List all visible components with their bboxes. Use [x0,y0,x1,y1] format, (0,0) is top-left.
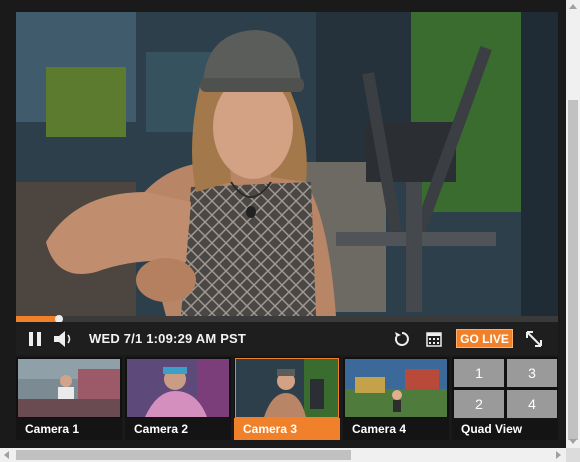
volume-button[interactable] [52,322,76,355]
camera-3-thumbnail[interactable]: Camera 3 [234,357,340,440]
quad-grid: 1 3 2 4 [454,359,558,418]
player-controls: WED 7/1 1:09:29 AM PST GO LIVE [16,322,558,355]
go-live-button[interactable]: GO LIVE [456,329,513,348]
camera-1-preview [18,359,120,417]
quad-cell: 3 [507,359,557,387]
pause-button[interactable] [24,322,46,355]
camera-3-label: Camera 3 [234,418,340,440]
calendar-button[interactable] [422,322,446,355]
camera-2-thumbnail[interactable]: Camera 2 [125,357,231,440]
camera-2-preview [127,359,229,417]
vertical-scroll-thumb[interactable] [568,100,578,440]
broadcast-timestamp: WED 7/1 1:09:29 AM PST [89,331,247,346]
pause-icon [29,331,41,346]
scroll-left-icon[interactable] [4,451,9,459]
scrollbar-corner [566,448,580,462]
scroll-down-icon[interactable] [569,439,577,444]
camera-3-preview [235,358,339,418]
fullscreen-icon [526,330,542,347]
vertical-scrollbar[interactable] [566,0,580,448]
quad-view-thumbnail[interactable]: 1 3 2 4 Quad View [452,357,558,440]
camera-1-thumbnail[interactable]: Camera 1 [16,357,122,440]
camera-1-label: Camera 1 [16,418,122,440]
quad-cell: 4 [507,390,557,418]
calendar-icon [426,331,442,347]
live-video-feed[interactable] [16,12,558,316]
volume-icon [54,330,71,347]
replay-icon [394,331,409,346]
quad-cell: 2 [454,390,504,418]
camera-4-preview [345,359,447,417]
horizontal-scrollbar[interactable] [0,448,566,462]
fullscreen-button[interactable] [522,322,546,355]
quad-view-label: Quad View [452,418,558,440]
camera-4-label: Camera 4 [343,418,449,440]
scroll-right-icon[interactable] [556,451,561,459]
horizontal-scroll-thumb[interactable] [16,450,351,460]
scroll-up-icon[interactable] [569,4,577,9]
camera-4-thumbnail[interactable]: Camera 4 [343,357,449,440]
replay-button[interactable] [390,322,414,355]
camera-2-label: Camera 2 [125,418,231,440]
camera-selector: Camera 1 Camera 2 Camera 3 Camera 4 1 3 … [16,357,558,441]
quad-cell: 1 [454,359,504,387]
